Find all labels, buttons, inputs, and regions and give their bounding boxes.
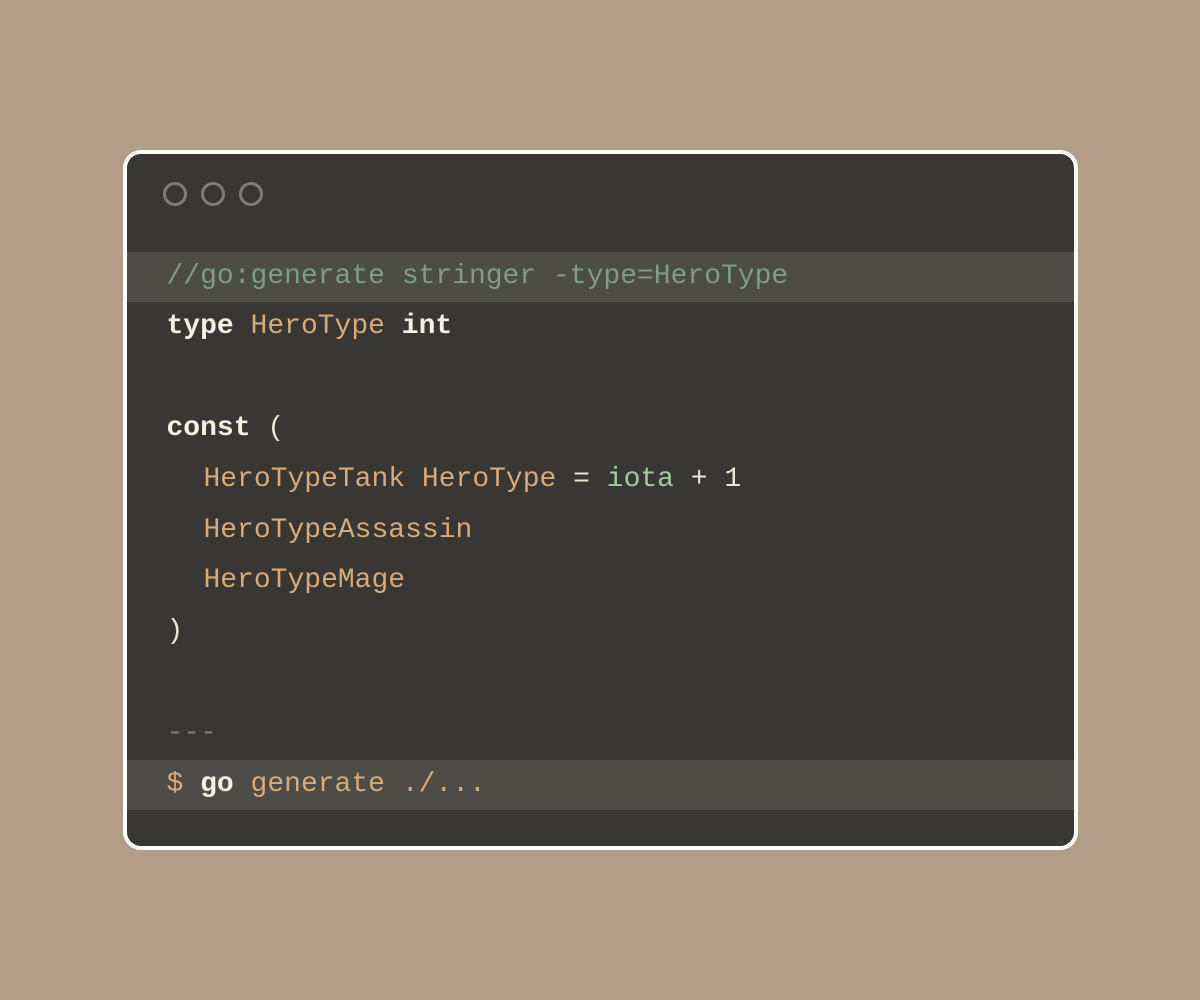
window-maximize-icon[interactable]	[239, 182, 263, 206]
separator: ---	[167, 718, 217, 749]
code-line: const (	[127, 404, 1074, 455]
const-assassin: HeroTypeAssassin	[203, 515, 472, 546]
window-close-icon[interactable]	[163, 182, 187, 206]
type-name: HeroType	[251, 311, 385, 342]
lparen: (	[267, 413, 284, 444]
command-line: $ go generate ./...	[127, 760, 1074, 811]
window-minimize-icon[interactable]	[201, 182, 225, 206]
const-tank: HeroTypeTank	[203, 464, 405, 495]
code-line: HeroTypeMage	[127, 556, 1074, 607]
const-tank-type: HeroType	[422, 464, 556, 495]
one: 1	[724, 464, 741, 495]
prompt: $	[167, 769, 184, 800]
blank-line	[127, 353, 1074, 404]
code-line: type HeroType int	[127, 302, 1074, 353]
terminal-window: //go:generate stringer -type=HeroType ty…	[123, 150, 1078, 851]
code-area: //go:generate stringer -type=HeroType ty…	[127, 224, 1074, 847]
code-line: //go:generate stringer -type=HeroType	[127, 252, 1074, 303]
rparen: )	[167, 616, 184, 647]
command-arg-path: ./...	[402, 769, 486, 800]
code-line: )	[127, 607, 1074, 658]
keyword-const: const	[167, 413, 251, 444]
code-line: HeroTypeTank HeroType = iota + 1	[127, 455, 1074, 506]
go-generate-comment: //go:generate stringer -type=HeroType	[167, 261, 789, 292]
separator-line: ---	[127, 709, 1074, 760]
plus: +	[691, 464, 708, 495]
keyword-type: type	[167, 311, 234, 342]
titlebar	[127, 154, 1074, 224]
equals: =	[573, 464, 590, 495]
iota: iota	[607, 464, 674, 495]
command-arg-generate: generate	[251, 769, 385, 800]
blank-line	[127, 658, 1074, 709]
keyword-int: int	[402, 311, 452, 342]
const-mage: HeroTypeMage	[203, 565, 405, 596]
code-line: HeroTypeAssassin	[127, 506, 1074, 557]
command-go: go	[200, 769, 234, 800]
